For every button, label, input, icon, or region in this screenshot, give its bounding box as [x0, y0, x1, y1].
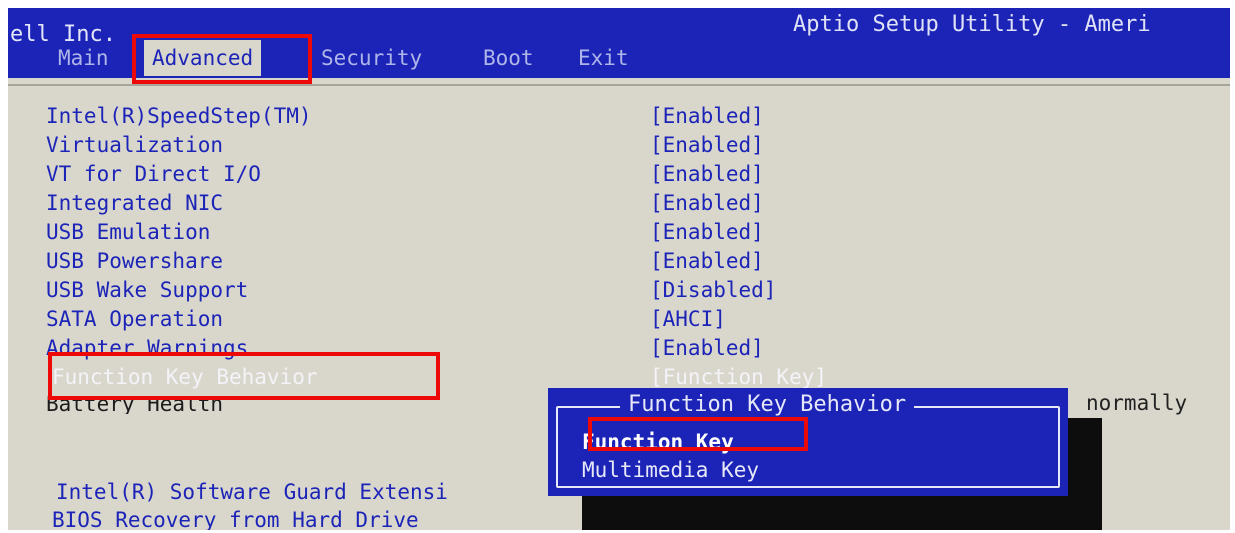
tab-boot[interactable]: Boot	[483, 46, 534, 70]
setting-label: USB Powershare	[46, 249, 224, 273]
setting-label: VT for Direct I/O	[46, 162, 261, 186]
tab-security[interactable]: Security	[321, 46, 422, 70]
setting-label: Intel(R) Software Guard Extensi	[56, 480, 448, 504]
setting-value: [Enabled]	[650, 162, 764, 186]
setting-row[interactable]: USB Wake Support [Disabled]	[8, 276, 1230, 305]
annotation-box-function-key-option	[588, 417, 808, 451]
annotation-box-advanced-tab	[132, 34, 312, 84]
setting-value: [Enabled]	[650, 191, 764, 215]
setting-label: BIOS Recovery from Hard Drive	[52, 508, 419, 530]
bios-screen: ell Inc. Aptio Setup Utility - Ameri Mai…	[8, 8, 1230, 530]
setting-row[interactable]: SATA Operation [AHCI]	[8, 305, 1230, 334]
setting-row[interactable]: USB Powershare [Enabled]	[8, 247, 1230, 276]
setting-label: USB Wake Support	[46, 278, 249, 302]
setting-row[interactable]: Intel(R)SpeedStep(TM) [Enabled]	[8, 102, 1230, 131]
setting-row[interactable]: VT for Direct I/O [Enabled]	[8, 160, 1230, 189]
setting-label: SATA Operation	[46, 307, 224, 331]
setting-value: [Enabled]	[650, 249, 764, 273]
popup-title: Function Key Behavior	[620, 392, 915, 417]
header-divider	[8, 84, 1230, 86]
tab-main[interactable]: Main	[58, 46, 109, 70]
setting-label: Virtualization	[46, 133, 224, 157]
setting-label: Intel(R)SpeedStep(TM)	[46, 104, 312, 128]
setting-value: [Disabled]	[650, 278, 777, 302]
setting-row[interactable]: Virtualization [Enabled]	[8, 131, 1230, 160]
setting-label: USB Emulation	[46, 220, 211, 244]
setting-value: [AHCI]	[650, 307, 726, 331]
setting-row[interactable]: Integrated NIC [Enabled]	[8, 189, 1230, 218]
setting-row[interactable]: USB Emulation [Enabled]	[8, 218, 1230, 247]
annotation-box-function-key-behavior	[48, 352, 440, 400]
setting-value: [Enabled]	[650, 133, 764, 157]
tab-exit[interactable]: Exit	[578, 46, 629, 70]
vendor-name: ell Inc.	[10, 22, 116, 47]
setting-value: [Enabled]	[650, 104, 764, 128]
help-text: normally	[1086, 391, 1188, 415]
setting-value: [Enabled]	[650, 220, 764, 244]
utility-title: Aptio Setup Utility - Ameri	[793, 12, 1151, 37]
setting-label: Integrated NIC	[46, 191, 224, 215]
popup-option-multimedia-key[interactable]: Multimedia Key	[582, 458, 759, 482]
setting-value: [Enabled]	[650, 336, 764, 360]
